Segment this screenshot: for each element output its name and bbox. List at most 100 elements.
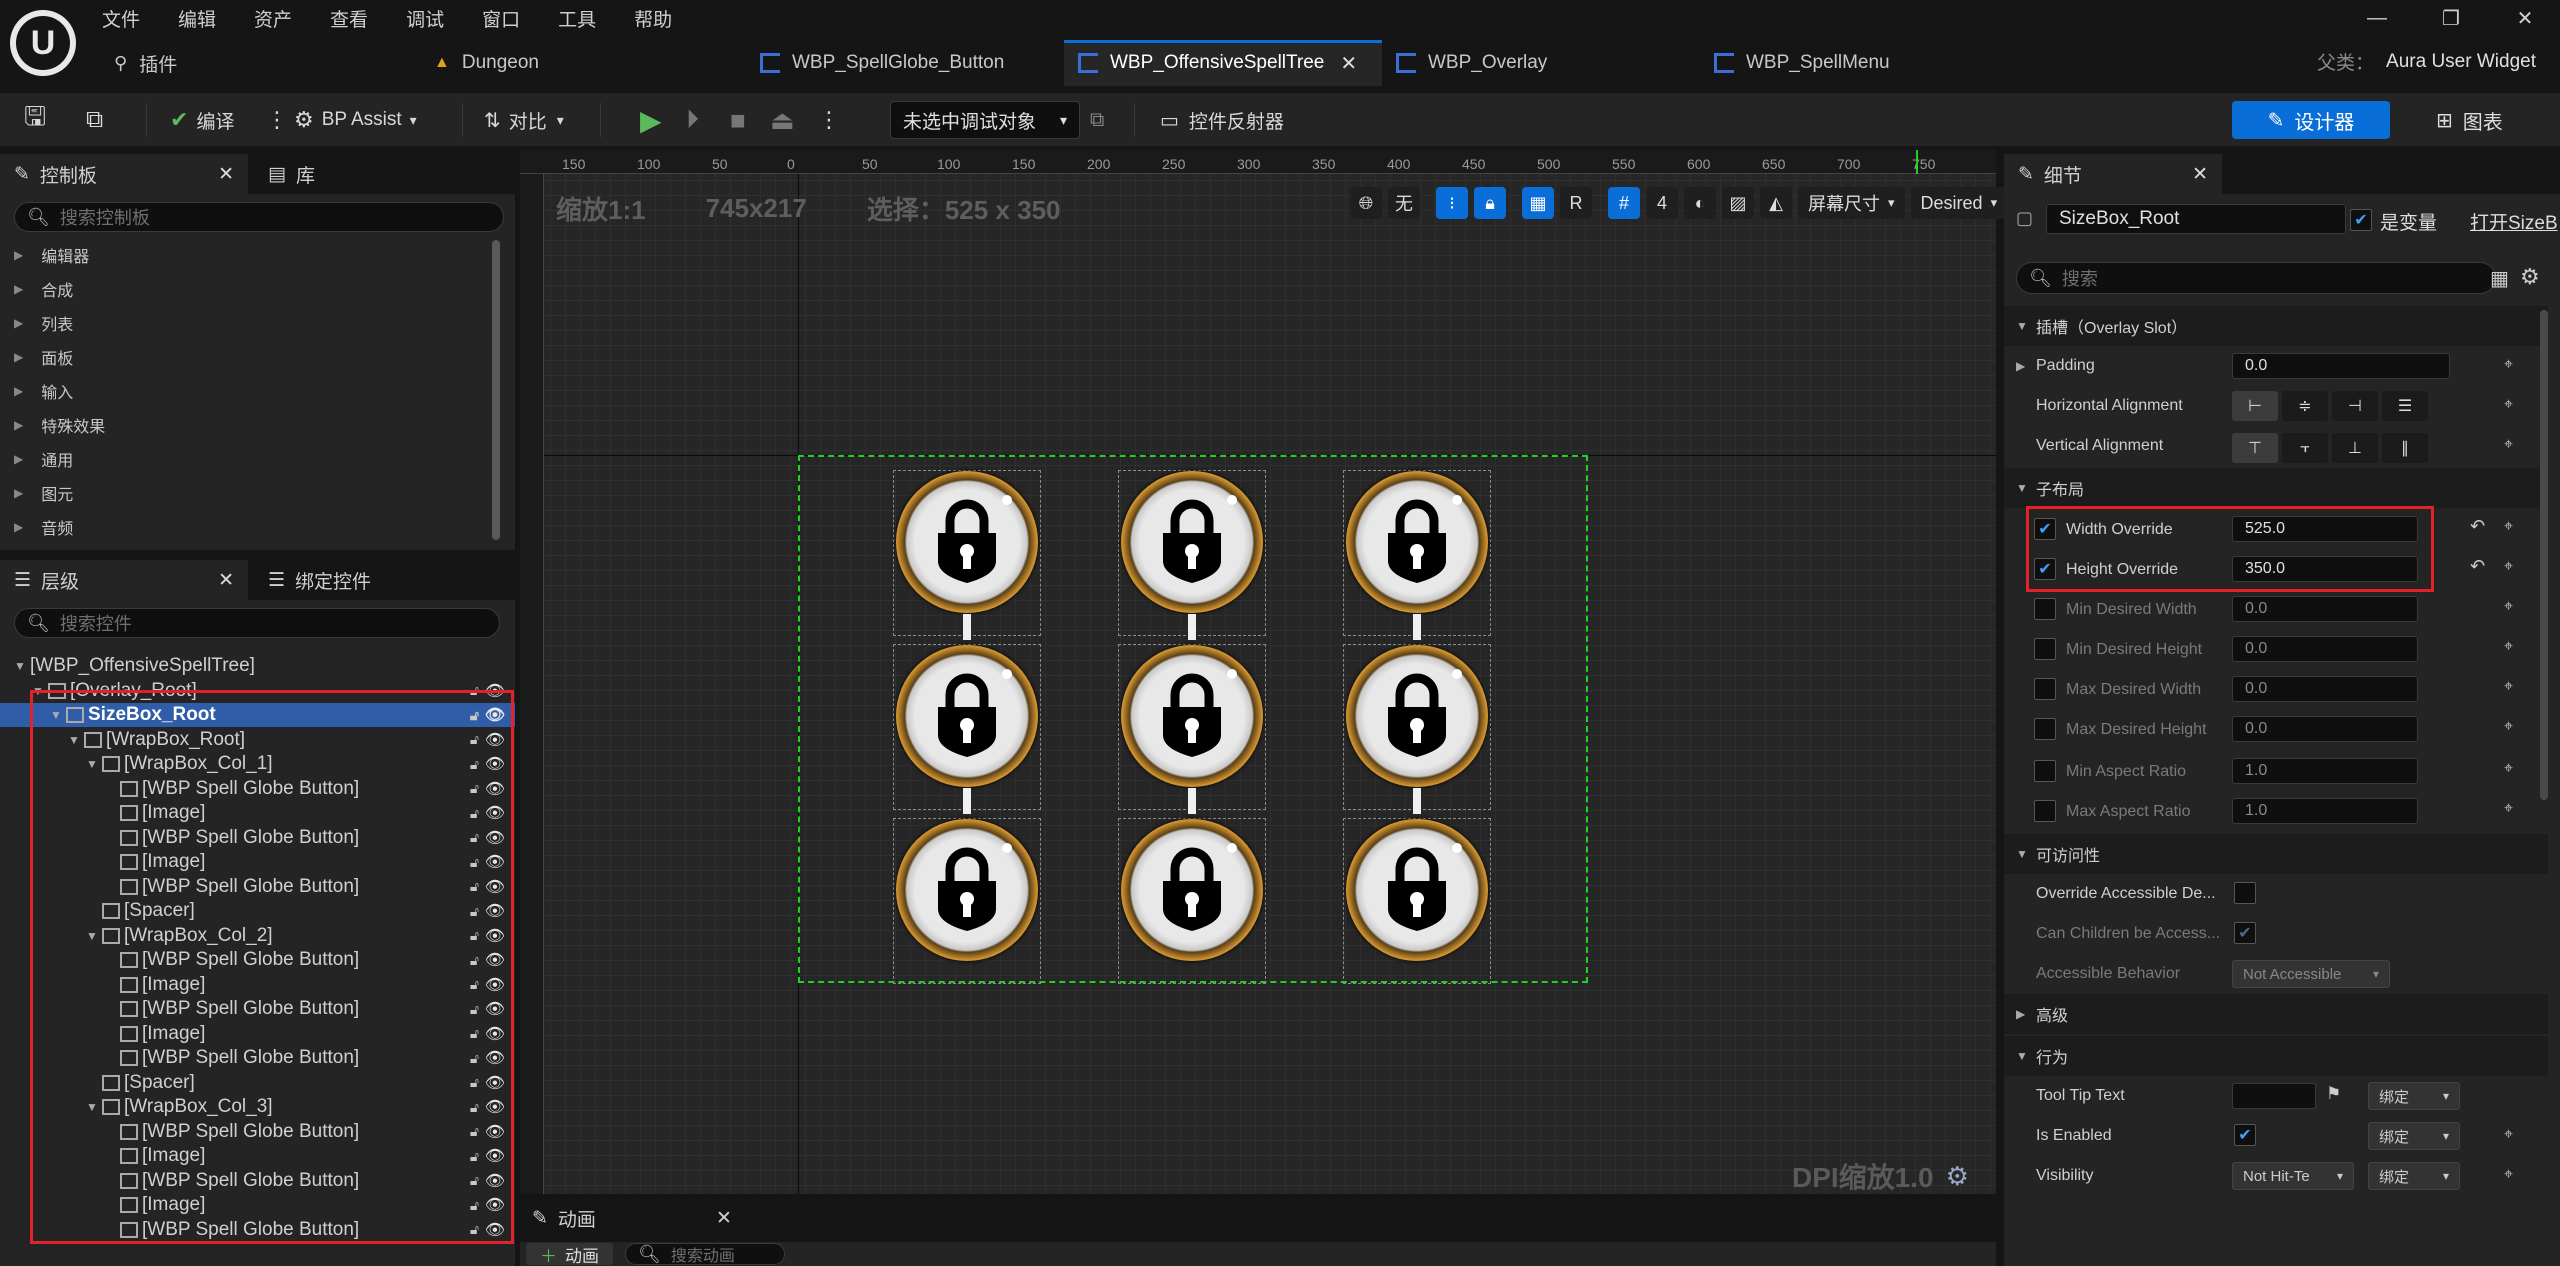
palette-category[interactable]: ▶ 列表 xyxy=(0,306,515,340)
align-center-icon[interactable]: ≑ xyxy=(2282,391,2328,421)
widget-reflector-button[interactable]: ▭ 控件反射器 xyxy=(1160,93,1284,147)
pin-icon[interactable]: ⌖ xyxy=(2504,678,2513,696)
override-accessible-checkbox[interactable] xyxy=(2234,882,2256,904)
close-button[interactable]: ✕ xyxy=(2510,6,2540,31)
min-desired-height-field[interactable]: 0.0 xyxy=(2232,636,2418,662)
padding-field[interactable]: 0.0 xyxy=(2232,353,2450,379)
tab-palette[interactable]: ✎ 控制板 ✕ xyxy=(0,154,248,194)
pin-icon[interactable]: ⌖ xyxy=(2504,598,2513,616)
close-tab-icon[interactable]: ✕ xyxy=(218,163,234,186)
eject-button[interactable]: ⏏ xyxy=(770,93,795,147)
pin-icon[interactable]: ⌖ xyxy=(2504,760,2513,778)
align-top-icon[interactable]: ⊤ xyxy=(2232,433,2278,463)
expand-caret-icon[interactable]: ▼ xyxy=(14,659,30,673)
max-aspect-ratio-field[interactable]: 1.0 xyxy=(2232,798,2418,824)
menu-help[interactable]: 帮助 xyxy=(634,5,672,32)
hierarchy-row[interactable]: ▼ [WBP_OffensiveSpellTree] xyxy=(0,654,515,678)
align-right-icon[interactable]: ⊣ xyxy=(2332,391,2378,421)
layout-icon[interactable]: ▦ xyxy=(1522,187,1554,219)
menu-view[interactable]: 查看 xyxy=(330,5,368,32)
grid-snap-icon[interactable]: # xyxy=(1608,187,1640,219)
pin-icon[interactable]: ⌖ xyxy=(2504,718,2513,736)
browse-icon[interactable]: ⧉ xyxy=(86,93,103,147)
min-aspect-ratio-checkbox[interactable] xyxy=(2034,760,2056,782)
tab-library[interactable]: ▤ 库 xyxy=(254,154,454,194)
max-aspect-ratio-checkbox[interactable] xyxy=(2034,800,2056,822)
pin-icon[interactable]: ⌖ xyxy=(2504,436,2513,454)
compile-options-icon[interactable]: ⋮ xyxy=(266,93,288,147)
add-animation-button[interactable]: ＋ 动画 xyxy=(526,1243,613,1266)
max-desired-height-field[interactable]: 0.0 xyxy=(2232,716,2418,742)
spell-globe-button[interactable] xyxy=(893,818,1041,984)
reset-icon[interactable]: ↶ xyxy=(2470,556,2485,577)
spell-globe-button[interactable] xyxy=(893,470,1041,636)
zoom-icon[interactable]: ◐ xyxy=(1684,187,1716,219)
pin-icon[interactable]: ⌖ xyxy=(2504,396,2513,414)
tab-hierarchy[interactable]: ☰ 层级 ✕ xyxy=(0,560,248,600)
save-icon[interactable]: 🖫 xyxy=(24,93,46,147)
palette-category[interactable]: ▶ 特殊效果 xyxy=(0,408,515,442)
can-children-checkbox[interactable]: ✔ xyxy=(2234,922,2256,944)
tooltip-bind-dropdown[interactable]: 绑定 ▾ xyxy=(2368,1082,2460,1110)
section-advanced[interactable]: ▶ 高级 xyxy=(2004,994,2548,1034)
image-icon[interactable]: ▨ xyxy=(1722,187,1754,219)
play-options-icon[interactable]: ⋮ xyxy=(818,93,840,147)
close-tab-icon[interactable]: ✕ xyxy=(1340,51,1357,76)
accessible-behavior-dropdown[interactable]: Not Accessible ▾ xyxy=(2232,960,2390,988)
pin-icon[interactable]: ⌖ xyxy=(2504,558,2513,576)
flag-icon[interactable]: ⚑ xyxy=(2326,1084,2341,1104)
step-button[interactable]: ⏵ xyxy=(686,93,699,147)
palette-category[interactable]: ▶ 合成 xyxy=(0,272,515,306)
min-desired-width-checkbox[interactable] xyxy=(2034,598,2056,620)
diff-button[interactable]: ⇅ 对比 ▾ xyxy=(484,93,564,147)
localization-preview-label[interactable]: 无 xyxy=(1388,187,1420,219)
screen-size-dropdown[interactable]: 屏幕尺寸 ▾ xyxy=(1798,187,1905,219)
close-tab-icon[interactable]: ✕ xyxy=(716,1207,732,1230)
min-aspect-ratio-field[interactable]: 1.0 xyxy=(2232,758,2418,784)
hierarchy-search-input[interactable]: 🔍︎ 搜索控件 xyxy=(14,608,500,638)
tab-spell-menu[interactable]: WBP_SpellMenu xyxy=(1700,40,2000,86)
menu-window[interactable]: 窗口 xyxy=(482,5,520,32)
menu-debug[interactable]: 调试 xyxy=(406,5,444,32)
align-vfill-icon[interactable]: ∥ xyxy=(2382,433,2428,463)
details-search-input[interactable]: 🔍︎ 搜索 xyxy=(2016,262,2496,294)
pin-icon[interactable]: ⌖ xyxy=(2504,518,2513,536)
restore-button[interactable]: ❐ xyxy=(2436,6,2466,31)
menu-edit[interactable]: 编辑 xyxy=(178,5,216,32)
widget-name-field[interactable]: SizeBox_Root xyxy=(2046,204,2346,234)
tab-overlay[interactable]: WBP_Overlay xyxy=(1382,40,1700,86)
palette-category[interactable]: ▶ 通用 xyxy=(0,442,515,476)
compile-button[interactable]: ✔ 编译 xyxy=(170,93,234,147)
align-fill-icon[interactable]: ☰ xyxy=(2382,391,2428,421)
is-enabled-bind-dropdown[interactable]: 绑定 ▾ xyxy=(2368,1122,2460,1150)
palette-category[interactable]: ▶ 面板 xyxy=(0,340,515,374)
max-desired-width-field[interactable]: 0.0 xyxy=(2232,676,2418,702)
close-tab-icon[interactable]: ✕ xyxy=(218,569,234,592)
palette-category[interactable]: ▶ 输入 xyxy=(0,374,515,408)
spell-globe-button[interactable] xyxy=(1118,818,1266,984)
pin-icon[interactable]: ⌖ xyxy=(2504,356,2513,374)
gear-icon[interactable]: ⚙ xyxy=(1946,1161,1969,1192)
tab-spellglobe-button[interactable]: WBP_SpellGlobe_Button xyxy=(746,40,1064,86)
transform-icon[interactable]: ⁝ xyxy=(1436,187,1468,219)
visibility-bind-dropdown[interactable]: 绑定 ▾ xyxy=(2368,1162,2460,1190)
debug-target-dropdown[interactable]: 未选中调试对象 ▾ xyxy=(890,101,1080,139)
stop-button[interactable]: ■ xyxy=(730,93,746,147)
pin-icon[interactable]: ⌖ xyxy=(2504,638,2513,656)
palette-category[interactable]: ▶ 编辑器 xyxy=(0,238,515,272)
respect-locks-toggle[interactable]: R xyxy=(1560,187,1592,219)
pin-icon[interactable]: ⌖ xyxy=(2504,800,2513,818)
graph-mode-button[interactable]: ⊞ 图表 xyxy=(2436,101,2503,139)
max-desired-height-checkbox[interactable] xyxy=(2034,718,2056,740)
spell-globe-button[interactable] xyxy=(1343,818,1491,984)
lock-icon[interactable]: 🔒︎ xyxy=(1474,187,1506,219)
table-view-icon[interactable]: ▦ xyxy=(2490,266,2509,291)
flip-icon[interactable]: ◭ xyxy=(1760,187,1792,219)
section-slot[interactable]: ▼ 插槽（Overlay Slot） xyxy=(2004,306,2548,346)
designer-mode-button[interactable]: ✎ 设计器 xyxy=(2232,101,2390,139)
fill-mode-dropdown[interactable]: Desired ▾ xyxy=(1910,187,2008,219)
reset-icon[interactable]: ↶ xyxy=(2470,516,2485,537)
tab-animation[interactable]: ✎ 动画 ✕ xyxy=(532,1198,732,1238)
section-accessibility[interactable]: ▼ 可访问性 xyxy=(2004,834,2548,874)
close-tab-icon[interactable]: ✕ xyxy=(2192,163,2208,186)
